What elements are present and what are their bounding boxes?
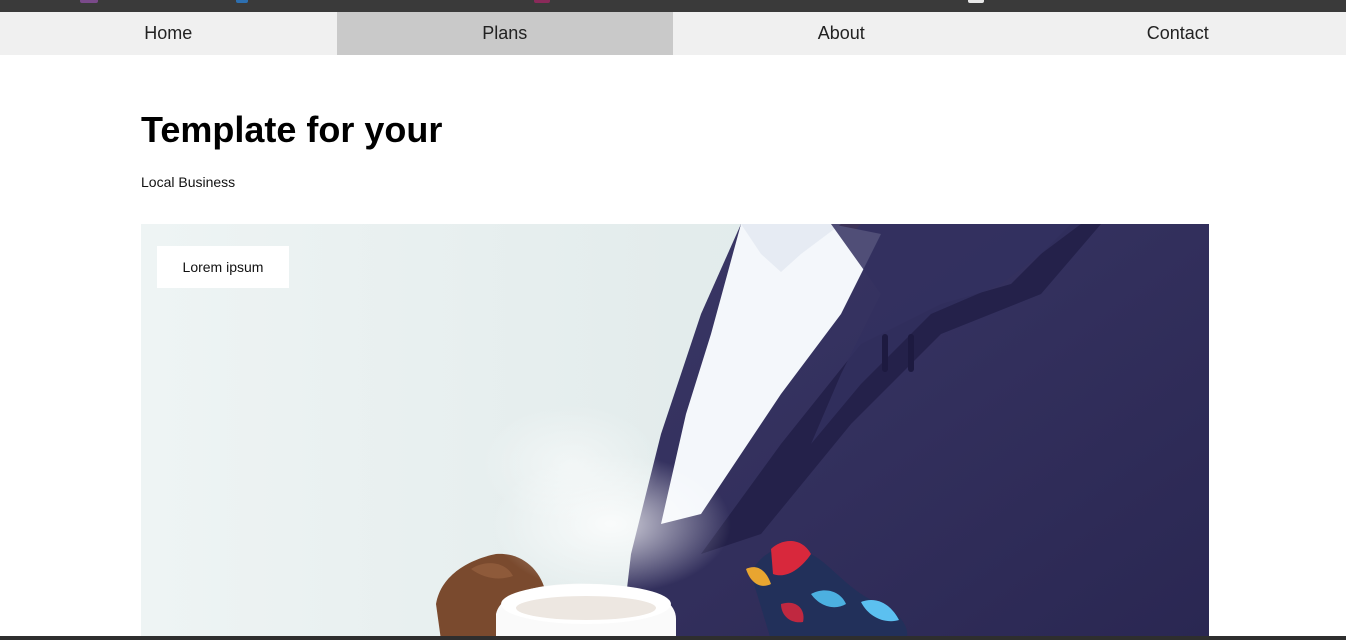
nav-item-home[interactable]: Home: [0, 12, 337, 55]
browser-top-strip: [0, 0, 1346, 12]
tab-indicator-icon: [80, 0, 98, 3]
page-subtitle: Local Business: [141, 174, 236, 190]
hero-badge-button[interactable]: Lorem ipsum: [157, 246, 289, 288]
page-title: Template for your: [141, 109, 443, 150]
nav-item-contact[interactable]: Contact: [1010, 12, 1346, 55]
tab-indicator-icon: [534, 0, 550, 3]
bottom-edge-bar: [0, 636, 1346, 640]
nav-item-about[interactable]: About: [673, 12, 1010, 55]
tab-indicator-icon: [968, 0, 984, 3]
main-navigation: Home Plans About Contact: [0, 12, 1346, 55]
hero-image: [141, 224, 1209, 640]
tab-indicator-icon: [236, 0, 248, 3]
nav-item-plans[interactable]: Plans: [336, 12, 673, 55]
